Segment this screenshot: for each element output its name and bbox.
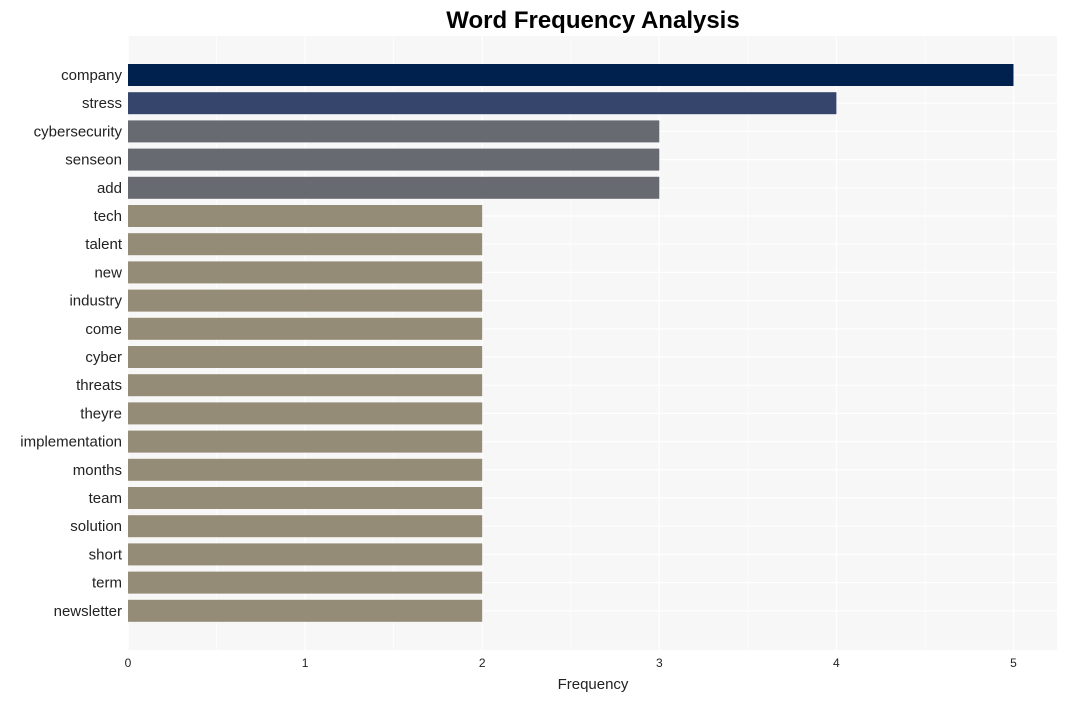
bar-cyber bbox=[128, 346, 483, 368]
bar-company bbox=[128, 64, 1014, 86]
y-tick-label-come: come bbox=[85, 321, 122, 338]
bar-add bbox=[128, 176, 660, 199]
y-tick-label-implementation: implementation bbox=[20, 434, 122, 451]
y-tick-label-tech: tech bbox=[94, 208, 122, 225]
y-tick-label-short: short bbox=[89, 546, 123, 563]
y-tick-label-team: team bbox=[89, 490, 122, 507]
bar-short bbox=[128, 543, 483, 566]
bar-solution bbox=[128, 515, 483, 538]
x-tick-label-3: 3 bbox=[656, 656, 663, 670]
x-tick-label-4: 4 bbox=[833, 656, 840, 670]
y-tick-label-industry: industry bbox=[69, 293, 122, 310]
y-tick-label-company: company bbox=[61, 67, 122, 84]
x-tick-label-2: 2 bbox=[479, 656, 486, 670]
y-tick-label-add: add bbox=[97, 180, 122, 197]
x-axis-ticks: 0 1 2 3 4 5 bbox=[125, 656, 1018, 670]
bar-implementation bbox=[128, 430, 483, 453]
y-tick-label-senseon: senseon bbox=[65, 152, 122, 169]
bar-cybersecurity bbox=[128, 120, 660, 143]
bar-team bbox=[128, 487, 483, 509]
bar-new bbox=[128, 261, 483, 284]
bar-newsletter bbox=[128, 599, 483, 622]
bar-industry bbox=[128, 289, 483, 312]
y-tick-label-solution: solution bbox=[70, 518, 122, 535]
y-axis-labels: company stress cybersecurity senseon add tech… bbox=[20, 67, 123, 620]
y-tick-label-stress: stress bbox=[82, 95, 122, 112]
x-tick-label-5: 5 bbox=[1010, 656, 1017, 670]
x-axis-label: Frequency bbox=[558, 676, 629, 693]
bar-tech bbox=[128, 205, 483, 227]
bar-theyre bbox=[128, 402, 483, 425]
y-tick-label-theyre: theyre bbox=[80, 405, 122, 422]
y-tick-label-cybersecurity: cybersecurity bbox=[34, 123, 123, 140]
y-tick-label-term: term bbox=[92, 575, 122, 592]
y-tick-label-newsletter: newsletter bbox=[54, 603, 122, 620]
bar-come bbox=[128, 317, 483, 340]
y-tick-label-threats: threats bbox=[76, 377, 122, 394]
y-tick-label-cyber: cyber bbox=[85, 349, 122, 366]
y-tick-label-talent: talent bbox=[85, 236, 123, 253]
bar-talent bbox=[128, 233, 483, 256]
y-tick-label-months: months bbox=[73, 462, 122, 479]
x-tick-label-1: 1 bbox=[302, 656, 309, 670]
bar-threats bbox=[128, 374, 483, 397]
y-tick-label-new: new bbox=[94, 264, 122, 281]
word-frequency-chart: Word Frequency Analysis company stress cyb… bbox=[20, 7, 1057, 693]
bar-term bbox=[128, 571, 483, 594]
bar-months bbox=[128, 458, 483, 481]
bar-stress bbox=[128, 92, 837, 115]
x-tick-label-0: 0 bbox=[125, 656, 132, 670]
chart-title: Word Frequency Analysis bbox=[446, 7, 739, 34]
bar-senseon bbox=[128, 148, 660, 171]
